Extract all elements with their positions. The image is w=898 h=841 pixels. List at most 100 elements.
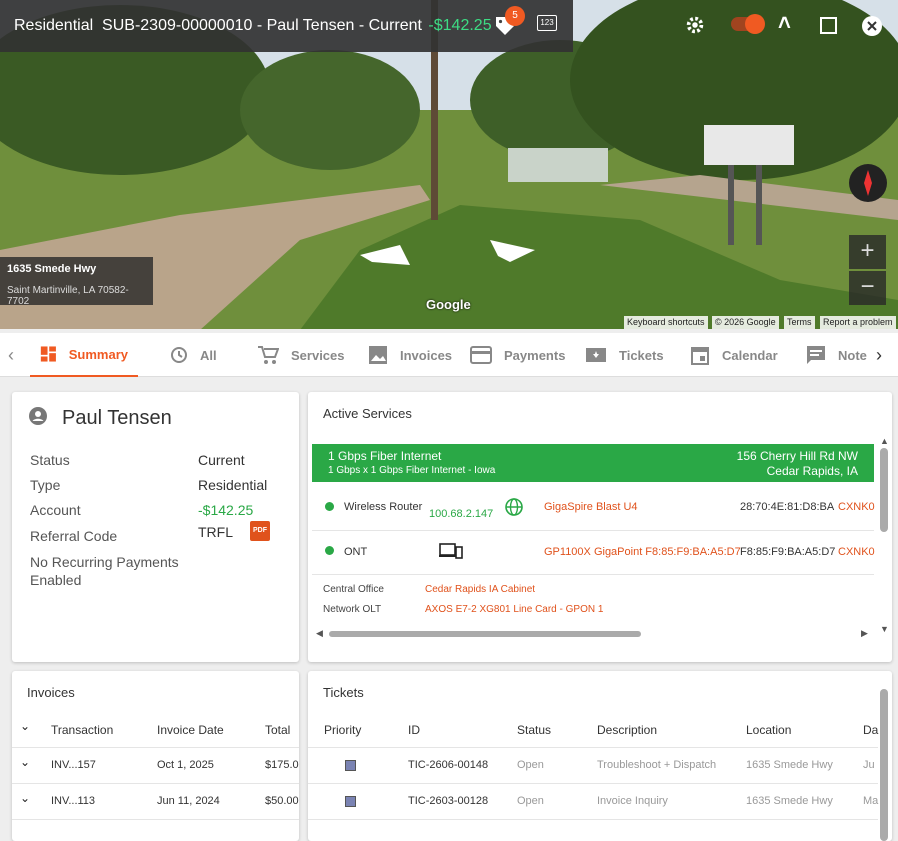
v-scroll-up-icon[interactable]: ▲ bbox=[880, 436, 889, 446]
tab-all-label: All bbox=[200, 347, 217, 363]
col-invoice-date[interactable]: Invoice Date bbox=[157, 723, 224, 737]
invoice-id-link[interactable]: INV...157 bbox=[51, 759, 96, 771]
type-value: Residential bbox=[198, 477, 268, 493]
invoices-card: Invoices ⌄ Transaction Invoice Date Tota… bbox=[12, 671, 299, 841]
tickets-card: Tickets Priority ID Status Description L… bbox=[308, 671, 892, 841]
chevron-up-icon[interactable]: ˄ bbox=[778, 10, 791, 36]
col-description[interactable]: Description bbox=[597, 723, 657, 737]
account-balance: -$142.25 bbox=[428, 17, 492, 34]
maximize-icon[interactable] bbox=[820, 17, 837, 34]
row-divider bbox=[12, 819, 299, 820]
horizontal-scrollbar[interactable] bbox=[329, 631, 641, 637]
globe-icon bbox=[505, 498, 523, 516]
zoom-in-button[interactable]: + bbox=[849, 235, 886, 269]
row-divider bbox=[308, 783, 878, 784]
subscription-id: SUB-2309-00000010 bbox=[102, 17, 253, 34]
report-problem-link[interactable]: Report a problem bbox=[820, 316, 896, 329]
invoice-id-link[interactable]: INV...113 bbox=[51, 795, 95, 807]
invoice-date: Oct 1, 2025 bbox=[157, 759, 214, 771]
tab-calendar-label: Calendar bbox=[722, 347, 778, 363]
row-divider bbox=[312, 530, 874, 531]
tab-payments[interactable]: Payments bbox=[470, 333, 565, 377]
keyboard-shortcuts-link[interactable]: Keyboard shortcuts bbox=[624, 316, 708, 329]
tab-invoices[interactable]: Invoices bbox=[368, 333, 452, 377]
col-transaction[interactable]: Transaction bbox=[51, 723, 113, 737]
h-scroll-left-icon[interactable]: ◀ bbox=[316, 628, 323, 639]
ont-model-link[interactable]: GP1100X GigaPoint F8:85:F9:BA:A5:D7 bbox=[544, 546, 741, 558]
dashboard-icon bbox=[40, 346, 56, 362]
tab-calendar[interactable]: Calendar bbox=[690, 333, 778, 377]
h-scroll-right-icon[interactable]: ▶ bbox=[861, 628, 868, 639]
row-divider bbox=[12, 747, 299, 748]
invoice-total: $175.0 bbox=[265, 759, 299, 771]
image-icon bbox=[369, 346, 387, 364]
central-office-label: Central Office bbox=[323, 584, 384, 595]
gear-icon[interactable] bbox=[684, 14, 706, 36]
invoice-date: Jun 11, 2024 bbox=[157, 795, 220, 807]
central-office-link[interactable]: Cedar Rapids IA Cabinet bbox=[425, 584, 535, 595]
ticket-location: 1635 Smede Hwy bbox=[746, 795, 833, 807]
tab-services[interactable]: Services bbox=[257, 333, 345, 377]
no-recurring-payments: No Recurring Payments Enabled bbox=[30, 554, 179, 588]
row-divider bbox=[308, 819, 878, 820]
copyright-text: © 2026 Google bbox=[712, 316, 779, 329]
network-olt-link[interactable]: AXOS E7-2 XG801 Line Card - GPON 1 bbox=[425, 604, 603, 615]
pdf-icon[interactable]: PDF bbox=[250, 521, 270, 541]
ticket-id-link[interactable]: TIC-2606-00148 bbox=[408, 759, 488, 771]
customer-card: Paul Tensen Status Current Type Resident… bbox=[12, 392, 299, 662]
calculator-icon[interactable]: 123 bbox=[537, 15, 557, 31]
tab-invoices-label: Invoices bbox=[400, 347, 453, 363]
zoom-out-button[interactable]: − bbox=[849, 271, 886, 305]
vertical-scrollbar[interactable] bbox=[880, 689, 888, 841]
terms-link[interactable]: Terms bbox=[784, 316, 815, 329]
devices-icon bbox=[439, 543, 463, 559]
toggle-switch[interactable] bbox=[731, 14, 765, 34]
account-status: Current bbox=[368, 17, 422, 34]
customer-full-name: Paul Tensen bbox=[62, 407, 172, 429]
google-logo: Google bbox=[426, 297, 471, 312]
ticket-id-link[interactable]: TIC-2603-00128 bbox=[408, 795, 488, 807]
ticket-status: Open bbox=[517, 759, 544, 771]
tab-tickets[interactable]: Tickets bbox=[585, 333, 664, 377]
router-mac: 28:70:4E:81:D8:BA bbox=[740, 501, 835, 513]
col-date[interactable]: Da bbox=[863, 723, 878, 737]
router-model-link[interactable]: GigaSpire Blast U4 bbox=[544, 501, 638, 513]
active-services-card: Active Services 1 Gbps Fiber Internet 1 … bbox=[308, 392, 892, 662]
expand-row-icon[interactable]: ⌄ bbox=[20, 755, 30, 769]
router-name: Wireless Router bbox=[344, 501, 423, 513]
expand-row-icon[interactable]: ⌄ bbox=[20, 791, 30, 805]
service-city: Cedar Rapids, IA bbox=[766, 464, 858, 478]
vertical-scrollbar[interactable] bbox=[880, 448, 888, 532]
tab-summary[interactable]: Summary bbox=[30, 333, 138, 377]
ticket-status: Open bbox=[517, 795, 544, 807]
service-plan-header[interactable]: 1 Gbps Fiber Internet 1 Gbps x 1 Gbps Fi… bbox=[312, 444, 874, 482]
col-location[interactable]: Location bbox=[746, 723, 791, 737]
col-total[interactable]: Total bbox=[265, 723, 290, 737]
tab-all[interactable]: All bbox=[168, 333, 217, 377]
history-icon bbox=[171, 347, 187, 363]
ticket-icon bbox=[586, 348, 606, 362]
ticket-date: Ju bbox=[863, 759, 875, 771]
col-id[interactable]: ID bbox=[408, 723, 420, 737]
address-line1: 1635 Smede Hwy bbox=[7, 263, 97, 275]
ont-status-dot bbox=[325, 546, 334, 555]
router-ip: 100.68.2.147 bbox=[429, 508, 494, 520]
tab-summary-label: Summary bbox=[68, 346, 128, 362]
cart-icon bbox=[258, 346, 279, 364]
referral-code-label: Referral Code bbox=[30, 528, 118, 544]
col-priority[interactable]: Priority bbox=[324, 723, 361, 737]
tab-note[interactable]: Note bbox=[806, 333, 868, 377]
tabs-scroll-left-icon[interactable]: ‹ bbox=[8, 333, 14, 377]
tabs-scroll-right-icon[interactable]: › bbox=[876, 333, 882, 377]
ont-name: ONT bbox=[344, 546, 368, 558]
v-scroll-down-icon[interactable]: ▼ bbox=[880, 624, 889, 634]
close-icon[interactable] bbox=[861, 15, 883, 37]
col-status[interactable]: Status bbox=[517, 723, 551, 737]
street-view[interactable]: Residential SUB-2309-00000010 - Paul Ten… bbox=[0, 0, 898, 329]
active-services-title: Active Services bbox=[323, 406, 412, 421]
ont-code[interactable]: CXNK0 bbox=[838, 546, 875, 558]
router-code[interactable]: CXNK0 bbox=[838, 501, 875, 513]
invoices-title: Invoices bbox=[27, 685, 75, 700]
tag-count-badge: 5 bbox=[505, 6, 525, 26]
expand-all-icon[interactable]: ⌄ bbox=[20, 719, 30, 733]
